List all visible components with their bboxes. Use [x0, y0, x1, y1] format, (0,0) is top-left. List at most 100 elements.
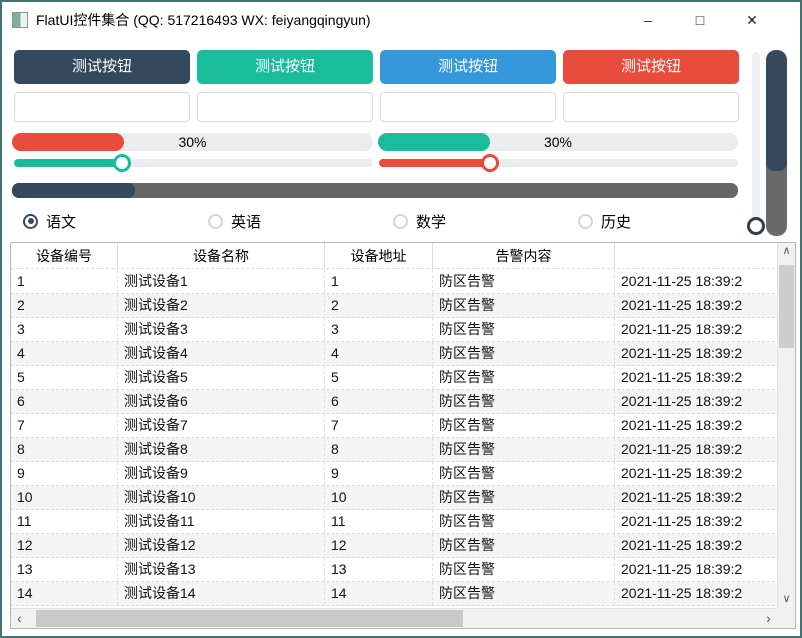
radio-option-1[interactable]: 语文 — [23, 210, 76, 232]
titlebar: FlatUI控件集合 (QQ: 517216493 WX: feiyangqin… — [2, 2, 800, 38]
vertical-scroll-thumb[interactable] — [779, 265, 794, 348]
test-button-dark[interactable]: 测试按钮 — [14, 50, 190, 84]
table-vertical-scrollbar[interactable]: ∧ ∨ — [777, 243, 795, 608]
table-cell: 防区告警 — [433, 390, 615, 413]
app-window: FlatUI控件集合 (QQ: 517216493 WX: feiyangqin… — [0, 0, 802, 638]
radio-unselected-icon[interactable] — [578, 213, 593, 229]
app-icon — [12, 12, 28, 28]
table-cell: 2021-11-25 18:39:2 — [621, 417, 743, 433]
text-input-3[interactable] — [380, 92, 556, 122]
vertical-progressbar-fill — [766, 50, 787, 171]
text-input-4[interactable] — [563, 92, 739, 122]
table-cell: 防区告警 — [433, 342, 615, 365]
table-cell: 9 — [11, 462, 118, 485]
text-input-2[interactable] — [197, 92, 373, 122]
table-header: 设备编号 设备名称 设备地址 告警内容 — [11, 243, 795, 269]
scroll-down-icon[interactable]: ∨ — [778, 591, 795, 608]
table-cell: 13 — [325, 558, 433, 581]
radio-unselected-icon[interactable] — [208, 213, 223, 229]
table-cell: 10 — [325, 486, 433, 509]
table-row[interactable]: 4 测试设备4 4 防区告警 2021-11-25 18:39:2 — [11, 342, 795, 366]
table-horizontal-scrollbar[interactable]: ‹ › — [11, 608, 777, 628]
close-icon: ✕ — [746, 11, 758, 28]
header-device-id[interactable]: 设备编号 — [11, 243, 118, 268]
table-cell: 11 — [11, 510, 118, 533]
table-cell: 2 — [11, 294, 118, 317]
progressbar-green: 30% — [378, 133, 738, 151]
horizontal-scroll-thumb[interactable] — [36, 610, 463, 627]
progressbar-red-value: 30% — [178, 134, 207, 150]
radio-option-2[interactable]: 英语 — [208, 210, 261, 232]
table-cell: 测试设备7 — [118, 414, 325, 437]
slider-green[interactable] — [14, 154, 373, 172]
table-row[interactable]: 10 测试设备10 10 防区告警 2021-11-25 18:39:2 — [11, 486, 795, 510]
radio-option-3[interactable]: 数学 — [393, 210, 446, 232]
table-row[interactable]: 7 测试设备7 7 防区告警 2021-11-25 18:39:2 — [11, 414, 795, 438]
table-cell: 2021-11-25 18:39:2 — [621, 513, 743, 529]
table-cell: 6 — [325, 390, 433, 413]
table-cell: 测试设备8 — [118, 438, 325, 461]
radio-selected-icon[interactable] — [23, 213, 38, 229]
table-cell: 2021-11-25 18:39:2 — [621, 489, 743, 505]
table-cell: 2021-11-25 18:39:2 — [621, 369, 743, 385]
text-input-1[interactable] — [14, 92, 190, 122]
vertical-slider[interactable] — [747, 52, 765, 236]
vertical-slider-handle[interactable] — [747, 217, 765, 236]
table-cell: 10 — [11, 486, 118, 509]
table-cell: 防区告警 — [433, 438, 615, 461]
radio-unselected-icon[interactable] — [393, 213, 408, 229]
header-alarm-time[interactable] — [615, 243, 795, 268]
radio-label: 英语 — [231, 213, 262, 231]
table-row[interactable]: 12 测试设备12 12 防区告警 2021-11-25 18:39:2 — [11, 534, 795, 558]
test-button-red[interactable]: 测试按钮 — [563, 50, 739, 84]
slider-green-handle[interactable] — [112, 154, 131, 172]
table-cell: 1 — [325, 270, 433, 293]
table-cell: 7 — [11, 414, 118, 437]
table-cell: 测试设备12 — [118, 534, 325, 557]
slider-green-fill — [14, 159, 122, 167]
table-cell: 2021-11-25 18:39:2 — [621, 441, 743, 457]
radio-option-4[interactable]: 历史 — [578, 210, 631, 232]
slider-red-fill — [379, 159, 491, 167]
header-device-address[interactable]: 设备地址 — [325, 243, 433, 268]
slider-red-handle[interactable] — [481, 154, 500, 172]
table-cell: 测试设备3 — [118, 318, 325, 341]
table-cell: 1 — [11, 270, 118, 293]
table-row[interactable]: 5 测试设备5 5 防区告警 2021-11-25 18:39:2 — [11, 366, 795, 390]
slider-red[interactable] — [379, 154, 738, 172]
table-body: 1 测试设备1 1 防区告警 2021-11-25 18:39:2 2 测试设备2 2 防区告警… — [11, 270, 795, 608]
table-cell: 2 — [325, 294, 433, 317]
table-cell: 防区告警 — [433, 462, 615, 485]
table-cell: 2021-11-25 18:39:2 — [621, 273, 743, 289]
table-row[interactable]: 13 测试设备13 13 防区告警 2021-11-25 18:39:2 — [11, 558, 795, 582]
table-row[interactable]: 6 测试设备6 6 防区告警 2021-11-25 18:39:2 — [11, 390, 795, 414]
table-cell: 7 — [325, 414, 433, 437]
close-button[interactable]: ✕ — [726, 2, 778, 38]
test-button-green[interactable]: 测试按钮 — [197, 50, 373, 84]
table-cell: 测试设备4 — [118, 342, 325, 365]
radio-label: 数学 — [416, 213, 447, 231]
window-title: FlatUI控件集合 (QQ: 517216493 WX: feiyangqin… — [36, 12, 371, 28]
table-row[interactable]: 2 测试设备2 2 防区告警 2021-11-25 18:39:2 — [11, 294, 795, 318]
table-row[interactable]: 1 测试设备1 1 防区告警 2021-11-25 18:39:2 — [11, 270, 795, 294]
table-row[interactable]: 3 测试设备3 3 防区告警 2021-11-25 18:39:2 — [11, 318, 795, 342]
table-cell: 14 — [11, 582, 118, 605]
test-button-blue[interactable]: 测试按钮 — [380, 50, 556, 84]
scroll-left-icon[interactable]: ‹ — [11, 609, 28, 628]
scroll-right-icon[interactable]: › — [760, 609, 777, 628]
minimize-button[interactable]: – — [622, 2, 674, 38]
header-alarm-content[interactable]: 告警内容 — [433, 243, 615, 268]
table-cell: 防区告警 — [433, 534, 615, 557]
header-device-name[interactable]: 设备名称 — [118, 243, 325, 268]
table-row[interactable]: 11 测试设备11 11 防区告警 2021-11-25 18:39:2 — [11, 510, 795, 534]
table-cell: 13 — [11, 558, 118, 581]
progressbar-dark — [12, 183, 738, 198]
maximize-button[interactable]: □ — [674, 2, 726, 38]
table-row[interactable]: 8 测试设备8 8 防区告警 2021-11-25 18:39:2 — [11, 438, 795, 462]
table-row[interactable]: 14 测试设备14 14 防区告警 2021-11-25 18:39:2 — [11, 582, 795, 606]
table-cell: 2021-11-25 18:39:2 — [621, 561, 743, 577]
scroll-up-icon[interactable]: ∧ — [778, 243, 795, 260]
table-cell: 测试设备5 — [118, 366, 325, 389]
table-row[interactable]: 9 测试设备9 9 防区告警 2021-11-25 18:39:2 — [11, 462, 795, 486]
table-cell: 测试设备13 — [118, 558, 325, 581]
